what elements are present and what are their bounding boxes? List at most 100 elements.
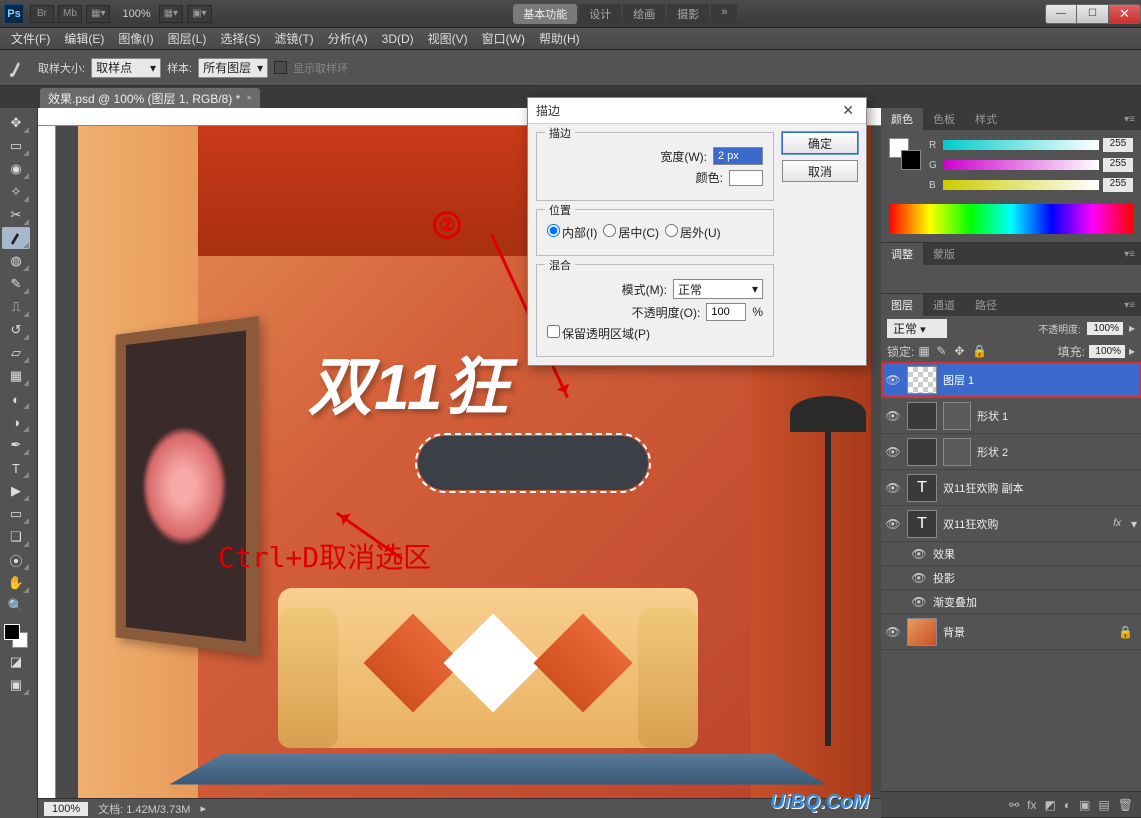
workspace-design[interactable]: 设计 — [579, 4, 621, 24]
type-layer-thumb[interactable]: T — [907, 474, 937, 502]
lock-transparent-icon[interactable]: ▦ — [918, 344, 932, 358]
eyedropper-tool[interactable] — [2, 227, 30, 249]
menu-window[interactable]: 窗口(W) — [475, 30, 532, 47]
current-tool-icon[interactable] — [4, 54, 32, 82]
tab-adjustments[interactable]: 调整 — [881, 243, 923, 265]
lock-position-icon[interactable]: ✥ — [954, 344, 968, 358]
visibility-icon[interactable]: 👁 — [885, 444, 901, 460]
layer-effect-dropshadow[interactable]: 👁 投影 — [881, 566, 1141, 590]
menu-help[interactable]: 帮助(H) — [532, 30, 587, 47]
fx-toggle-icon[interactable]: ▾ — [1131, 517, 1137, 531]
shape-tool[interactable]: ▭ — [2, 503, 30, 525]
layer-name[interactable]: 形状 1 — [977, 408, 1137, 424]
eraser-tool[interactable]: ▱ — [2, 342, 30, 364]
hand-tool[interactable]: ✋ — [2, 572, 30, 594]
g-slider[interactable] — [943, 160, 1099, 170]
new-layer-icon[interactable]: ▤ — [1098, 798, 1109, 812]
quickmask-toggle[interactable]: ◪ — [2, 651, 30, 673]
layer-thumb[interactable] — [907, 618, 937, 646]
heal-tool[interactable]: ◍ — [2, 250, 30, 272]
tab-swatches[interactable]: 色板 — [923, 108, 965, 130]
sample-select[interactable]: 所有图层▾ — [198, 58, 268, 78]
type-tool[interactable]: T — [2, 457, 30, 479]
color-spectrum[interactable] — [889, 204, 1133, 234]
show-ring-checkbox[interactable] — [274, 61, 287, 74]
b-slider[interactable] — [943, 180, 1099, 190]
visibility-icon[interactable]: 👁 — [911, 546, 927, 562]
workspace-painting[interactable]: 绘画 — [623, 4, 665, 24]
visibility-icon[interactable]: 👁 — [911, 570, 927, 586]
3d-camera-tool[interactable]: ⦿ — [2, 549, 30, 571]
color-swatch[interactable] — [729, 170, 763, 186]
layer-mask-thumb[interactable] — [943, 402, 971, 430]
layer-row-shape2[interactable]: 👁 形状 2 — [881, 434, 1141, 470]
zoom-tool[interactable]: 🔍 — [2, 595, 30, 617]
dodge-tool[interactable]: ◑ — [2, 411, 30, 433]
tab-paths[interactable]: 路径 — [965, 294, 1007, 316]
dialog-close-icon[interactable]: ✕ — [838, 102, 858, 119]
fill-value[interactable]: 100% — [1089, 345, 1125, 358]
pen-tool[interactable]: ✒ — [2, 434, 30, 456]
type-layer-thumb[interactable]: T — [907, 510, 937, 538]
visibility-icon[interactable]: 👁 — [911, 594, 927, 610]
r-value[interactable]: 255 — [1103, 138, 1133, 152]
menu-file[interactable]: 文件(F) — [4, 30, 57, 47]
status-docinfo[interactable]: 文档: 1.42M/3.73M — [98, 801, 190, 817]
maximize-button[interactable]: ☐ — [1077, 4, 1109, 24]
visibility-icon[interactable]: 👁 — [885, 624, 901, 640]
opacity-value[interactable]: 100% — [1087, 322, 1123, 335]
history-brush-tool[interactable]: ↺ — [2, 319, 30, 341]
mask-icon[interactable]: ◩ — [1044, 798, 1055, 812]
panel-menu-icon[interactable]: ▾≡ — [1118, 249, 1141, 260]
pos-center-radio[interactable]: 居中(C) — [603, 224, 659, 241]
wand-tool[interactable]: ✧ — [2, 181, 30, 203]
layout-button[interactable]: ▦▾ — [86, 5, 110, 23]
layer-name[interactable]: 图层 1 — [943, 372, 1137, 388]
g-value[interactable]: 255 — [1103, 158, 1133, 172]
layer-effect-gradientoverlay[interactable]: 👁 渐变叠加 — [881, 590, 1141, 614]
ok-button[interactable]: 确定 — [782, 132, 858, 154]
layer-row-background[interactable]: 👁 背景 🔒 — [881, 614, 1141, 650]
tab-layers[interactable]: 图层 — [881, 294, 923, 316]
lasso-tool[interactable]: ◉ — [2, 158, 30, 180]
dialog-titlebar[interactable]: 描边 ✕ — [528, 98, 866, 124]
trash-icon[interactable]: 🗑 — [1118, 798, 1133, 812]
menu-image[interactable]: 图像(I) — [111, 30, 160, 47]
layer-row-shape1[interactable]: 👁 形状 1 — [881, 398, 1141, 434]
visibility-icon[interactable]: 👁 — [885, 372, 901, 388]
document-tab[interactable]: 效果.psd @ 100% (图层 1, RGB/8) * × — [40, 88, 260, 108]
width-input[interactable] — [713, 147, 763, 165]
screenmode-toggle[interactable]: ▣ — [2, 674, 30, 696]
layer-name[interactable]: 背景 — [943, 624, 1112, 640]
b-value[interactable]: 255 — [1103, 178, 1133, 192]
sample-size-select[interactable]: 取样点▾ — [91, 58, 161, 78]
layer-name[interactable]: 双11狂欢购 副本 — [943, 480, 1137, 496]
opacity-flyout-icon[interactable]: ▸ — [1129, 321, 1135, 335]
pos-outside-radio[interactable]: 居外(U) — [665, 224, 721, 241]
screen-mode-button[interactable]: ▣▾ — [187, 5, 211, 23]
menu-layer[interactable]: 图层(L) — [161, 30, 214, 47]
layer-thumb[interactable] — [907, 402, 937, 430]
link-layers-icon[interactable]: ⚯ — [1009, 798, 1019, 812]
pos-inside-radio[interactable]: 内部(I) — [547, 224, 597, 241]
tab-color[interactable]: 颜色 — [881, 108, 923, 130]
stamp-tool[interactable]: ⎍ — [2, 296, 30, 318]
layer-thumb[interactable] — [907, 366, 937, 394]
gradient-tool[interactable]: ▦ — [2, 365, 30, 387]
layer-effects-header[interactable]: 👁 效果 — [881, 542, 1141, 566]
lock-pixels-icon[interactable]: ✎ — [936, 344, 950, 358]
mode-select[interactable]: 正常▾ — [673, 279, 763, 299]
layer-row-text-copy[interactable]: 👁 T 双11狂欢购 副本 — [881, 470, 1141, 506]
bridge-button[interactable]: Br — [30, 5, 54, 23]
visibility-icon[interactable]: 👁 — [885, 408, 901, 424]
status-zoom[interactable]: 100% — [44, 802, 88, 816]
minimize-button[interactable]: — — [1045, 4, 1077, 24]
workspace-photography[interactable]: 摄影 — [667, 4, 709, 24]
lock-all-icon[interactable]: 🔒 — [972, 344, 986, 358]
panel-menu-icon[interactable]: ▾≡ — [1118, 114, 1141, 125]
panel-menu-icon[interactable]: ▾≡ — [1118, 300, 1141, 311]
r-slider[interactable] — [943, 140, 1099, 150]
menu-select[interactable]: 选择(S) — [213, 30, 267, 47]
cancel-button[interactable]: 取消 — [782, 160, 858, 182]
fx-icon[interactable]: fx — [1027, 798, 1036, 812]
